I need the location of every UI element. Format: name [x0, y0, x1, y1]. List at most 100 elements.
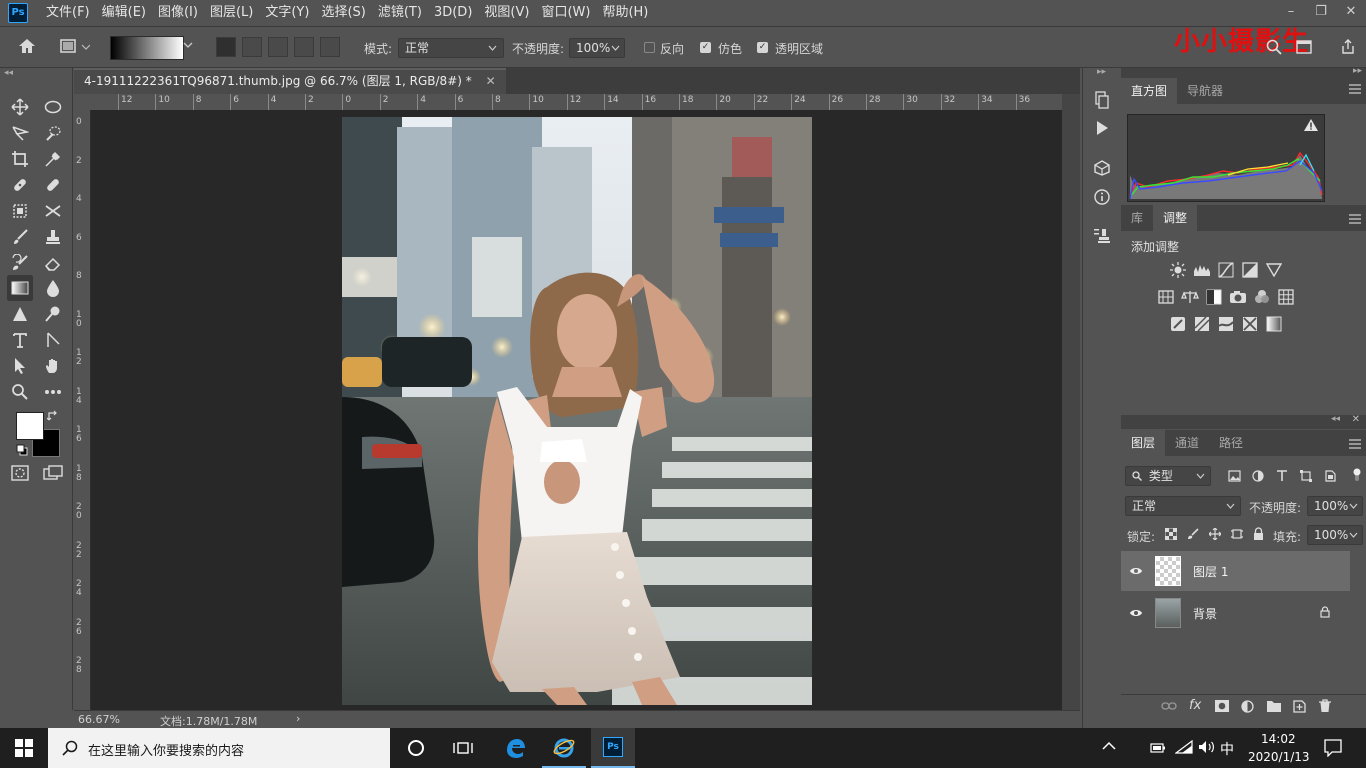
- text-tool-icon[interactable]: [7, 327, 33, 353]
- document-image[interactable]: [342, 117, 812, 705]
- menu-image[interactable]: 图像(I): [152, 0, 204, 26]
- tab-channels[interactable]: 通道: [1165, 430, 1209, 456]
- lock-all-icon[interactable]: [1253, 527, 1264, 540]
- menu-help[interactable]: 帮助(H): [596, 0, 654, 26]
- menu-filter[interactable]: 滤镜(T): [372, 0, 428, 26]
- elliptical-marquee-tool-icon[interactable]: [40, 94, 66, 120]
- photoshop-logo-icon[interactable]: Ps: [8, 3, 28, 23]
- collapse-toolbox-icon[interactable]: ◂◂: [4, 68, 13, 78]
- link-layers-icon[interactable]: [1161, 701, 1177, 711]
- layer-name[interactable]: 背景: [1193, 605, 1217, 622]
- gradient-tool-preset-icon[interactable]: [60, 39, 90, 55]
- panel-menu-icon[interactable]: [1349, 439, 1361, 449]
- channel-mixer-icon[interactable]: [1253, 288, 1271, 306]
- spot-healing-brush-icon[interactable]: [7, 172, 33, 198]
- invert-icon[interactable]: [1169, 315, 1187, 333]
- tab-navigator[interactable]: 导航器: [1177, 78, 1233, 104]
- panel-menu-icon[interactable]: [1349, 214, 1361, 224]
- notification-center-icon[interactable]: [1324, 739, 1342, 757]
- menu-file[interactable]: 文件(F): [40, 0, 96, 26]
- eye-visibility-icon[interactable]: [1121, 566, 1151, 576]
- quick-mask-icon[interactable]: [11, 465, 29, 481]
- layer-row[interactable]: 图层 1: [1121, 551, 1350, 591]
- crop-tool-icon[interactable]: [7, 146, 33, 172]
- hand-tool-icon[interactable]: [40, 353, 66, 379]
- collapse-right-panels-icon[interactable]: ▸▸: [1353, 66, 1362, 76]
- eye-visibility-icon[interactable]: [1121, 608, 1151, 618]
- tab-library[interactable]: 库: [1121, 205, 1153, 231]
- lasso-tool-icon[interactable]: [7, 120, 33, 146]
- workspace-icon[interactable]: [1296, 39, 1312, 55]
- new-adjustment-layer-icon[interactable]: [1241, 700, 1254, 713]
- info-panel-icon[interactable]: [1089, 184, 1115, 210]
- document-tab[interactable]: 4-19111222361TQ96871.thumb.jpg @ 66.7% (…: [74, 68, 506, 94]
- edge-browser-icon[interactable]: [493, 728, 537, 768]
- levels-icon[interactable]: [1193, 261, 1211, 279]
- zoom-level[interactable]: 66.67%: [78, 713, 120, 726]
- patch-tool-icon[interactable]: [7, 198, 33, 224]
- type-layer-filter-icon[interactable]: [1276, 470, 1288, 482]
- clock-date[interactable]: 2020/1/13: [1248, 750, 1310, 764]
- black-white-icon[interactable]: [1205, 288, 1223, 306]
- transparency-checkbox[interactable]: ✓: [757, 42, 768, 53]
- fx-icon[interactable]: fx: [1189, 698, 1201, 713]
- warning-icon[interactable]: [1304, 119, 1318, 131]
- blend-mode-select[interactable]: 正常: [1125, 496, 1241, 516]
- angle-gradient-button[interactable]: [268, 37, 288, 57]
- lock-icon[interactable]: [1320, 605, 1330, 621]
- dodge-tool-icon[interactable]: [40, 301, 66, 327]
- close-tab-icon[interactable]: ✕: [486, 74, 496, 88]
- menu-window[interactable]: 窗口(W): [535, 0, 596, 26]
- panel-menu-icon[interactable]: [1349, 84, 1361, 94]
- menu-view[interactable]: 视图(V): [478, 0, 535, 26]
- posterize-icon[interactable]: [1193, 315, 1211, 333]
- home-icon[interactable]: [18, 38, 36, 54]
- adjustment-layer-filter-icon[interactable]: [1252, 470, 1264, 482]
- collapse-layers-icon[interactable]: ◂◂: [1331, 414, 1340, 424]
- eraser-tool-icon[interactable]: [40, 250, 66, 276]
- clone-source-panel-icon[interactable]: [1089, 223, 1115, 249]
- delete-layer-trash-icon[interactable]: [1319, 699, 1331, 713]
- layer-filter-kind-select[interactable]: 类型: [1125, 466, 1211, 486]
- screen-mode-icon[interactable]: [43, 465, 63, 481]
- 3d-panel-icon[interactable]: [1089, 155, 1115, 181]
- lock-transparent-pixels-icon[interactable]: [1165, 528, 1177, 540]
- task-view-icon[interactable]: [441, 728, 485, 768]
- clock-time[interactable]: 14:02: [1261, 732, 1296, 746]
- gradient-dropdown-chevron-down-icon[interactable]: [183, 41, 193, 49]
- default-colors-icon[interactable]: [16, 444, 28, 456]
- sharpen-tool-icon[interactable]: [7, 301, 33, 327]
- selective-color-icon[interactable]: [1241, 315, 1259, 333]
- brightness-contrast-icon[interactable]: [1169, 261, 1187, 279]
- menu-select[interactable]: 选择(S): [315, 0, 371, 26]
- gradient-tool-icon[interactable]: [7, 275, 33, 301]
- tab-adjustments[interactable]: 调整: [1153, 205, 1198, 231]
- curves-icon[interactable]: [1217, 261, 1235, 279]
- foreground-color-swatch[interactable]: [16, 412, 44, 440]
- tray-expand-chevron-up-icon[interactable]: [1102, 741, 1116, 750]
- network-wifi-icon[interactable]: [1175, 740, 1193, 754]
- lock-position-move-icon[interactable]: [1209, 528, 1221, 540]
- swap-colors-icon[interactable]: [47, 410, 59, 422]
- eyedropper-tool-icon[interactable]: [40, 146, 66, 172]
- new-layer-icon[interactable]: [1293, 700, 1306, 713]
- pixel-layer-filter-icon[interactable]: [1228, 470, 1241, 482]
- history-brush-icon[interactable]: [7, 250, 33, 276]
- color-lookup-icon[interactable]: [1277, 288, 1295, 306]
- reflected-gradient-button[interactable]: [294, 37, 314, 57]
- ie-browser-icon[interactable]: [542, 728, 586, 768]
- shape-layer-filter-icon[interactable]: [1300, 470, 1312, 482]
- menu-type[interactable]: 文字(Y): [259, 0, 315, 26]
- linear-gradient-button[interactable]: [216, 37, 236, 57]
- opacity-input[interactable]: 100%: [569, 38, 625, 58]
- move-tool-icon[interactable]: [7, 94, 33, 120]
- taskbar-search-box[interactable]: 在这里输入你要搜索的内容: [48, 728, 390, 768]
- vertical-scrollbar[interactable]: [1062, 94, 1080, 710]
- add-mask-icon[interactable]: [1215, 700, 1229, 712]
- menu-layer[interactable]: 图层(L): [204, 0, 259, 26]
- layer-row[interactable]: 背景: [1121, 593, 1350, 633]
- lock-artboard-icon[interactable]: [1231, 528, 1243, 540]
- tab-histogram[interactable]: 直方图: [1121, 78, 1178, 104]
- ime-indicator[interactable]: 中: [1220, 739, 1234, 759]
- hue-saturation-icon[interactable]: [1157, 288, 1175, 306]
